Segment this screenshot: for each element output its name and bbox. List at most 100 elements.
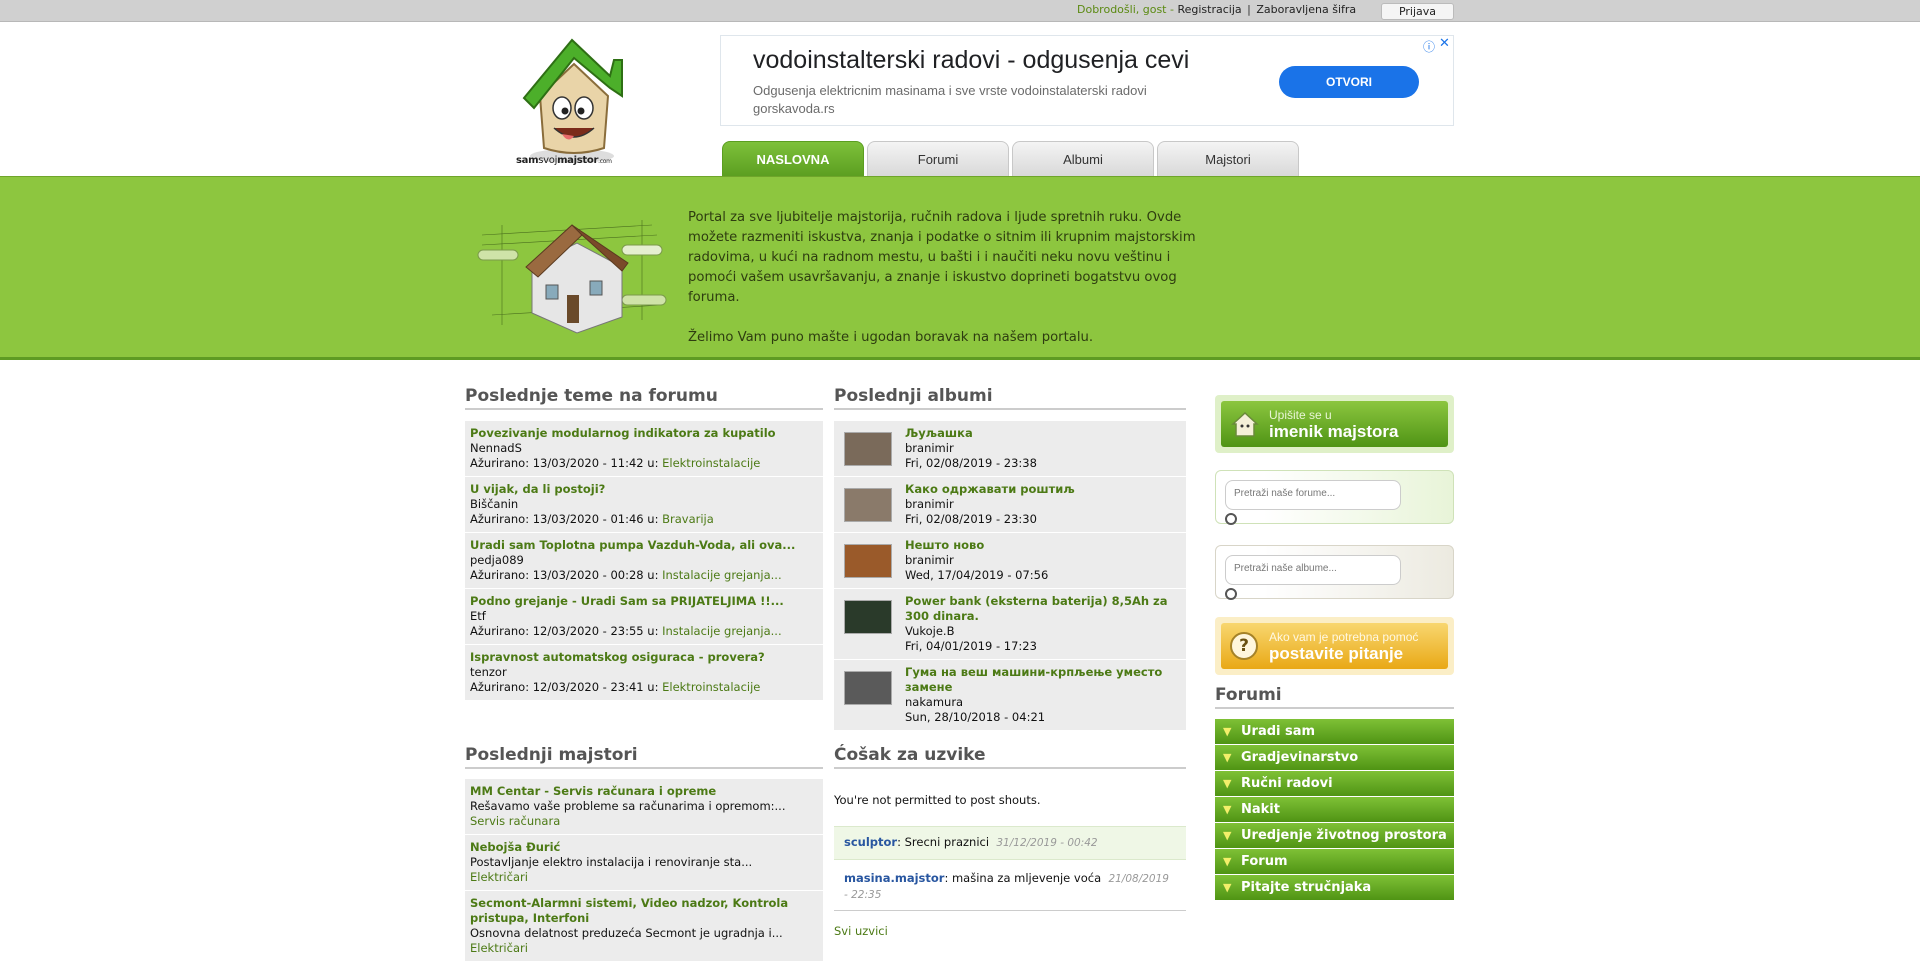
topic-author: tenzor [470, 665, 507, 679]
topic-author: pedja089 [470, 553, 524, 567]
topic-link[interactable]: Povezivanje modularnog indikatora za kup… [470, 426, 818, 441]
list-item: U vijak, da li postoji? Biščanin Ažurira… [465, 477, 823, 533]
help-line1: Ako vam je potrebna pomoć [1269, 630, 1419, 644]
list-item: MM Centar - Servis računara i opreme Reš… [465, 779, 823, 835]
album-link[interactable]: Како одржавати роштиљ [905, 482, 1075, 497]
triangle-down-icon: ▼ [1223, 829, 1232, 842]
forum-nav-item[interactable]: ▼ Uredjenje životnog prostora [1215, 823, 1454, 848]
topic-link[interactable]: U vijak, da li postoji? [470, 482, 818, 497]
forum-nav-item[interactable]: ▼ Ručni radovi [1215, 771, 1454, 796]
list-item: Нешто ново branimir Wed, 17/04/2019 - 07:5… [834, 533, 1186, 589]
search-icon[interactable] [1225, 588, 1237, 600]
triangle-down-icon: ▼ [1223, 881, 1232, 894]
all-shouts-link[interactable]: Svi uzvici [834, 924, 888, 938]
album-date: Sun, 28/10/2018 - 04:21 [905, 710, 1046, 724]
album-date: Fri, 02/08/2019 - 23:30 [905, 512, 1037, 526]
craftsman-category-link[interactable]: Električari [470, 870, 818, 885]
forum-topics-title: Poslednje teme na forumu [465, 386, 823, 410]
ad-title[interactable]: vodoinstalterski radovi - odgusenja cevi [753, 46, 1189, 75]
ad-open-button[interactable]: OTVORI [1279, 66, 1419, 98]
topic-link[interactable]: Uradi sam Toplotna pumpa Vazduh-Voda, al… [470, 538, 818, 553]
craftsman-category-link[interactable]: Električari [470, 941, 818, 956]
shout-item: masina.majstor: mašina za mljevenje voća… [834, 863, 1186, 911]
list-item: Nebojša Đurić Postavljanje elektro insta… [465, 835, 823, 891]
triangle-down-icon: ▼ [1223, 855, 1232, 868]
album-thumbnail[interactable] [844, 671, 892, 705]
shoutbox-title: Ćošak za uzvike [834, 745, 1186, 769]
craftsman-description: Rešavamo vaše probleme sa računarima i o… [470, 799, 786, 813]
intro-text: Portal za sve ljubitelje majstorija, ruč… [688, 208, 1208, 348]
craftsman-link[interactable]: Nebojša Đurić [470, 840, 818, 855]
list-item: Secmont-Alarmni sistemi, Video nadzor, K… [465, 891, 823, 962]
forums-title: Forumi [1215, 685, 1454, 709]
topic-category-link[interactable]: Elektroinstalacije [662, 456, 760, 470]
search-icon[interactable] [1225, 513, 1237, 525]
shout-author-link[interactable]: masina.majstor [844, 871, 944, 885]
album-thumbnail[interactable] [844, 432, 892, 466]
list-item: Љуљашка branimir Fri, 02/08/2019 - 23:38 [834, 421, 1186, 477]
album-link[interactable]: Гума на веш машини-крпљење уместо замене [905, 665, 1181, 695]
forum-nav-item[interactable]: ▼ Forum [1215, 849, 1454, 874]
tab-majstori[interactable]: Majstori [1157, 141, 1299, 177]
album-search-input[interactable]: Pretraži naše albume... [1225, 555, 1401, 585]
topic-updated: Ažurirano: 13/03/2020 - 01:46 u: [470, 512, 663, 526]
forum-nav-item[interactable]: ▼ Gradjevinarstvo [1215, 745, 1454, 770]
shout-text: : Srecni praznici [897, 835, 990, 849]
craftsman-category-link[interactable]: Servis računara [470, 814, 818, 829]
topic-link[interactable]: Ispravnost automatskog osiguraca - prove… [470, 650, 818, 665]
advertisement[interactable]: vodoinstalterski radovi - odgusenja cevi… [720, 35, 1454, 126]
forum-nav-item[interactable]: ▼ Nakit [1215, 797, 1454, 822]
craftsman-link[interactable]: Secmont-Alarmni sistemi, Video nadzor, K… [470, 896, 818, 926]
ad-url[interactable]: gorskavoda.rs [753, 101, 835, 116]
albums-list: Љуљашка branimir Fri, 02/08/2019 - 23:38 К… [834, 421, 1186, 731]
topic-updated: Ažurirano: 13/03/2020 - 11:42 u: [470, 456, 663, 470]
album-date: Wed, 17/04/2019 - 07:56 [905, 568, 1049, 582]
welcome-paragraph: Želimo Vam puno mašte i ugodan boravak n… [688, 330, 1094, 345]
forgot-password-link[interactable]: Zaboravljena šifra [1256, 3, 1356, 16]
tab-albumi[interactable]: Albumi [1012, 141, 1154, 177]
topic-category-link[interactable]: Bravarija [662, 512, 714, 526]
topic-author: Etf [470, 609, 486, 623]
topic-link[interactable]: Podno grejanje - Uradi Sam sa PRIJATELJI… [470, 594, 818, 609]
tab-forumi[interactable]: Forumi [867, 141, 1009, 177]
forum-nav-item[interactable]: ▼ Pitajte stručnjaka [1215, 875, 1454, 900]
album-thumbnail[interactable] [844, 544, 892, 578]
craftsmen-title: Poslednji majstori [465, 745, 823, 769]
album-author: nakamura [905, 695, 964, 709]
album-link[interactable]: Power bank (eksterna baterija) 8,5Ah za … [905, 594, 1181, 624]
tab-naslovna[interactable]: NASLOVNA [722, 141, 864, 177]
album-date: Fri, 04/01/2019 - 17:23 [905, 639, 1037, 653]
ad-info-icon[interactable]: ⓘ [1423, 38, 1435, 55]
directory-signup-banner[interactable]: Upišite se u imenik majstora [1215, 395, 1454, 453]
album-search-box: Pretraži naše albume... [1215, 545, 1454, 600]
triangle-down-icon: ▼ [1223, 725, 1232, 738]
album-link[interactable]: Љуљашка [905, 426, 1037, 441]
topic-author: Biščanin [470, 497, 519, 511]
logo-wordmark: samsvojmajstor.com [516, 155, 612, 166]
ad-close-icon[interactable]: ✕ [1439, 36, 1450, 51]
register-link[interactable]: Registracija [1177, 3, 1241, 16]
album-date: Fri, 02/08/2019 - 23:38 [905, 456, 1037, 470]
login-button[interactable]: Prijava [1381, 3, 1454, 20]
craftsmen-list: MM Centar - Servis računara i opreme Reš… [465, 779, 823, 962]
forum-nav-item[interactable]: ▼ Uradi sam [1215, 719, 1454, 744]
ask-question-banner[interactable]: ? Ako vam je potrebna pomoć postavite pi… [1215, 617, 1454, 675]
house-icon [1231, 411, 1259, 437]
list-item: Ispravnost automatskog osiguraca - prove… [465, 645, 823, 701]
forum-nav: ▼ Uradi sam ▼ Gradjevinarstvo ▼ Ručni radov… [1215, 719, 1454, 901]
separator: | [1247, 3, 1251, 16]
album-thumbnail[interactable] [844, 488, 892, 522]
topic-category-link[interactable]: Instalacije grejanja... [662, 568, 782, 582]
directory-line2: imenik majstora [1269, 422, 1399, 441]
site-logo[interactable] [510, 36, 640, 168]
topic-category-link[interactable]: Elektroinstalacije [662, 680, 760, 694]
triangle-down-icon: ▼ [1223, 803, 1232, 816]
shout-author-link[interactable]: sculptor [844, 835, 897, 849]
ad-description: Odgusenja elektricnim masinama i sve vrs… [753, 83, 1147, 98]
topic-category-link[interactable]: Instalacije grejanja... [662, 624, 782, 638]
craftsman-link[interactable]: MM Centar - Servis računara i opreme [470, 784, 818, 799]
forum-search-input[interactable]: Pretraži naše forume... [1225, 480, 1401, 510]
list-item: Povezivanje modularnog indikatora za kup… [465, 421, 823, 477]
album-link[interactable]: Нешто ново [905, 538, 1048, 553]
album-thumbnail[interactable] [844, 600, 892, 634]
